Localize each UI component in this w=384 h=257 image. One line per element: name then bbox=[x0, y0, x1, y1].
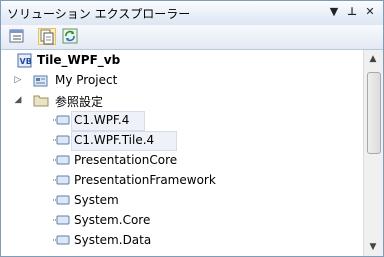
assembly-reference-icon bbox=[53, 195, 70, 205]
refresh-button[interactable] bbox=[62, 28, 80, 45]
window-position-dropdown-icon[interactable]: ▼ bbox=[327, 4, 341, 20]
properties-icon bbox=[9, 29, 24, 43]
reference-item[interactable]: C1.WPF.Tile.4 bbox=[1, 130, 363, 151]
reference-label: System.Core bbox=[74, 213, 151, 227]
folder-icon bbox=[33, 95, 49, 107]
reference-item[interactable]: System.Core bbox=[1, 210, 363, 230]
panel-title-bar: ソリューション エクスプローラー ▼ ⊥ ✕ bbox=[1, 1, 383, 26]
tree-node-references[interactable]: ◢ 参照設定 bbox=[1, 90, 363, 110]
assembly-reference-icon bbox=[53, 215, 70, 225]
assembly-reference-icon bbox=[53, 115, 70, 125]
collapse-arrow-icon[interactable]: ◢ bbox=[13, 95, 23, 105]
project-name: Tile_WPF_vb bbox=[37, 53, 121, 67]
scroll-down-icon[interactable]: ▼ bbox=[367, 242, 379, 252]
vb-project-icon: VB bbox=[17, 53, 32, 68]
reference-item[interactable]: System.Data bbox=[1, 230, 363, 250]
panel-title: ソリューション エクスプローラー bbox=[7, 7, 191, 21]
assembly-reference-icon bbox=[53, 175, 70, 185]
properties-button[interactable] bbox=[9, 28, 27, 45]
reference-item[interactable]: System bbox=[1, 190, 363, 210]
assembly-reference-icon bbox=[53, 235, 70, 245]
show-all-files-button[interactable] bbox=[38, 28, 56, 45]
reference-label: System.Data bbox=[74, 233, 152, 247]
assembly-reference-icon bbox=[53, 155, 70, 165]
expand-arrow-icon[interactable]: ▷ bbox=[13, 75, 23, 85]
scroll-thumb[interactable] bbox=[367, 72, 381, 154]
reference-label: PresentationCore bbox=[74, 153, 178, 167]
my-project-label: My Project bbox=[55, 73, 118, 87]
reference-label: C1.WPF.4 bbox=[74, 113, 130, 127]
scroll-up-icon[interactable]: ▲ bbox=[367, 54, 379, 64]
reference-label: System bbox=[74, 193, 119, 207]
show-all-files-icon bbox=[40, 29, 54, 45]
solution-explorer-panel: ソリューション エクスプローラー ▼ ⊥ ✕ VB Tile_WPF_vb ▷ … bbox=[0, 0, 384, 257]
tree-node-project[interactable]: VB Tile_WPF_vb bbox=[1, 50, 363, 70]
my-project-icon bbox=[33, 75, 48, 87]
reference-item[interactable]: PresentationFramework bbox=[1, 170, 363, 190]
refresh-icon bbox=[62, 28, 78, 44]
tree-node-my-project[interactable]: ▷ My Project bbox=[1, 70, 363, 90]
close-icon[interactable]: ✕ bbox=[363, 4, 377, 20]
svg-text:VB: VB bbox=[20, 57, 32, 66]
references-label: 参照設定 bbox=[55, 95, 104, 109]
vertical-scrollbar[interactable]: ▲ ▼ bbox=[363, 50, 383, 256]
solution-tree: VB Tile_WPF_vb ▷ My Project ◢ 参照設定 C1.WP… bbox=[1, 50, 363, 256]
reference-label: C1.WPF.Tile.4 bbox=[74, 133, 155, 147]
reference-item[interactable]: C1.WPF.4 bbox=[1, 110, 363, 131]
reference-label: PresentationFramework bbox=[74, 173, 216, 187]
assembly-reference-icon bbox=[53, 135, 70, 145]
panel-toolbar bbox=[1, 25, 383, 50]
auto-hide-pin-icon[interactable]: ⊥ bbox=[345, 4, 359, 20]
reference-item[interactable]: PresentationCore bbox=[1, 150, 363, 170]
